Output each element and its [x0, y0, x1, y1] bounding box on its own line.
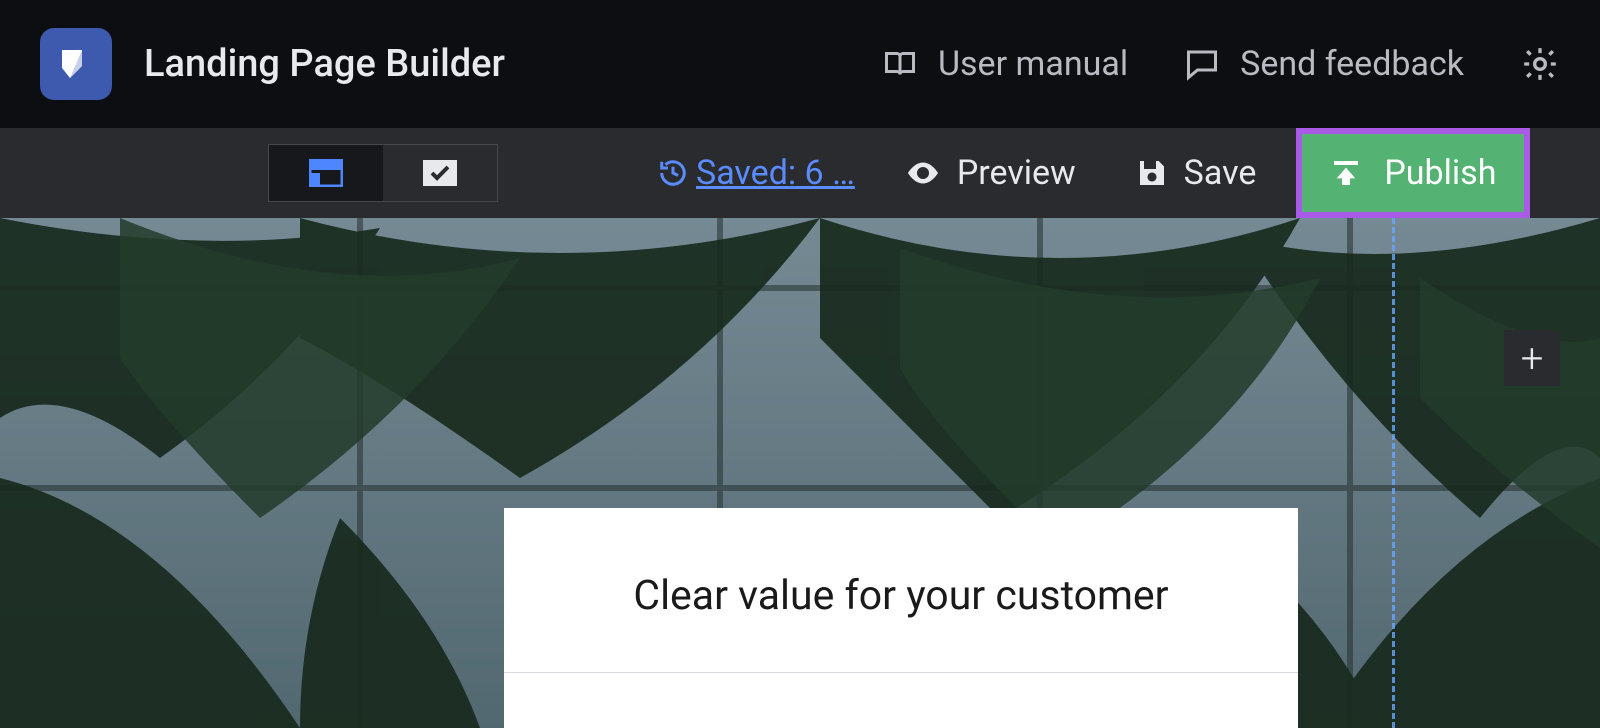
- user-manual-label: User manual: [938, 44, 1128, 84]
- headline-text: Clear value for your customer: [504, 508, 1298, 620]
- check-box-icon: [423, 160, 457, 186]
- chat-icon: [1184, 46, 1220, 82]
- app-title: Landing Page Builder: [144, 42, 505, 86]
- headline-block[interactable]: Clear value for your customer: [504, 508, 1298, 728]
- check-view-button[interactable]: [383, 145, 497, 201]
- saved-label: Saved: 6 …: [696, 153, 855, 193]
- send-feedback-label: Send feedback: [1240, 44, 1464, 84]
- user-manual-link[interactable]: User manual: [882, 44, 1128, 84]
- eye-icon: [905, 155, 941, 191]
- view-mode-toggle: [268, 144, 498, 202]
- saved-history-link[interactable]: Saved: 6 …: [658, 153, 855, 193]
- editor-canvas[interactable]: + Clear value for your customer: [0, 218, 1600, 728]
- card-divider: [504, 672, 1298, 673]
- publish-button[interactable]: Publish: [1296, 128, 1530, 218]
- save-label: Save: [1184, 153, 1257, 193]
- plus-icon: +: [1521, 335, 1544, 382]
- app-header: Landing Page Builder User manual Send fe…: [0, 0, 1600, 128]
- preview-label: Preview: [957, 153, 1076, 193]
- history-icon: [658, 158, 688, 188]
- layout-view-button[interactable]: [269, 145, 383, 201]
- send-feedback-link[interactable]: Send feedback: [1184, 44, 1464, 84]
- app-logo: [40, 28, 112, 100]
- save-button[interactable]: Save: [1126, 128, 1267, 218]
- vertical-guide: [1392, 218, 1395, 728]
- save-icon: [1136, 157, 1168, 189]
- upload-icon: [1330, 157, 1362, 189]
- settings-button[interactable]: [1520, 44, 1560, 84]
- publish-label: Publish: [1384, 153, 1496, 193]
- logo-icon: [56, 44, 96, 84]
- editor-toolbar: Saved: 6 … Preview Save Publish: [0, 128, 1600, 218]
- layout-icon: [309, 159, 343, 187]
- book-icon: [882, 46, 918, 82]
- add-element-button[interactable]: +: [1504, 330, 1560, 386]
- preview-button[interactable]: Preview: [895, 128, 1086, 218]
- gear-icon: [1520, 44, 1560, 84]
